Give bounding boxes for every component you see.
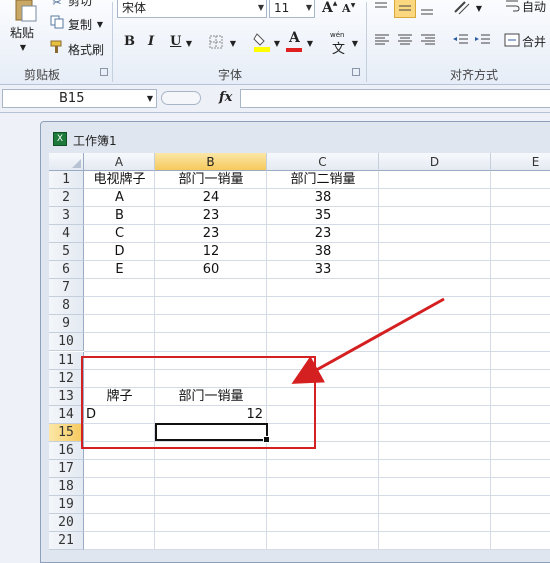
- annotation-arrow: [291, 297, 445, 384]
